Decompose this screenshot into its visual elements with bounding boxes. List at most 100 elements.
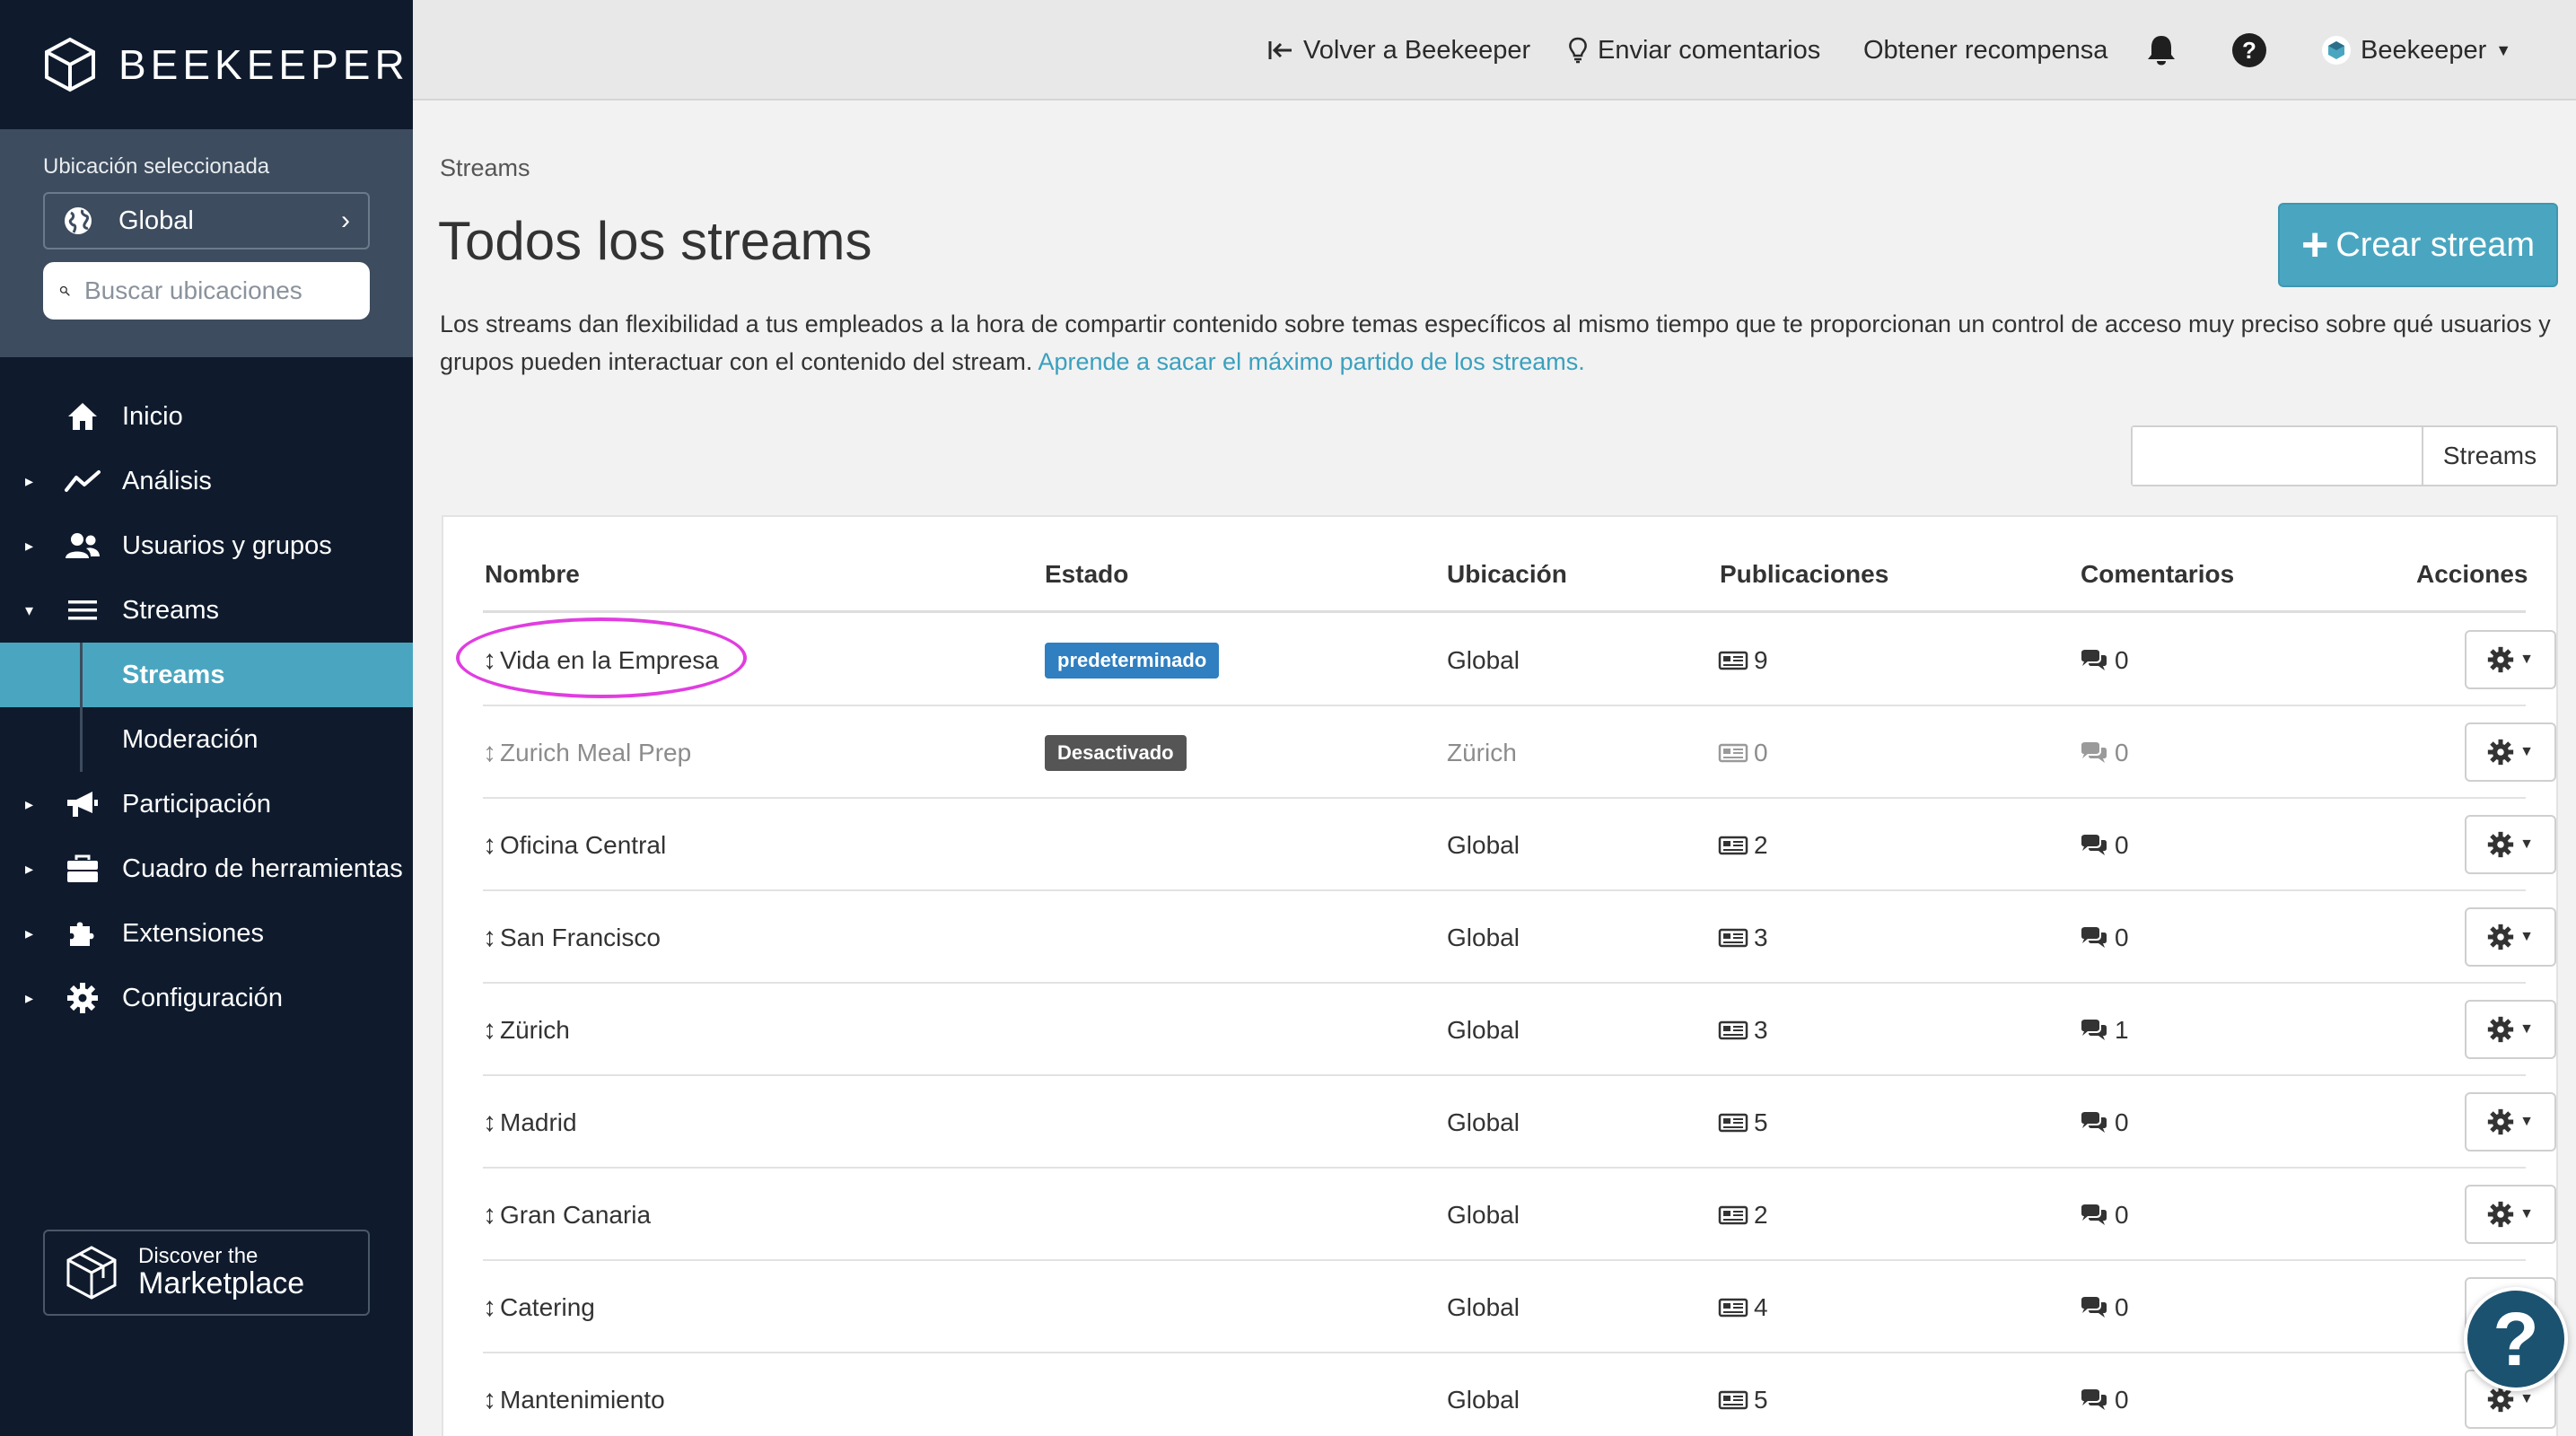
send-feedback-link[interactable]: Enviar comentarios [1567, 0, 1820, 101]
stream-filter-input[interactable] [2133, 427, 2423, 485]
feedback-label: Enviar comentarios [1598, 35, 1821, 65]
caret-down-icon: ▼ [2519, 652, 2534, 667]
caret-right-icon: ▸ [25, 924, 34, 942]
table-row[interactable]: ↕ Mantenimiento Global 5 0 ▼ [483, 1353, 2556, 1436]
stream-filter-button[interactable]: Streams [2423, 427, 2556, 485]
comments-count: 0 [2115, 830, 2129, 859]
row-actions-button[interactable]: ▼ [2465, 815, 2556, 874]
nav-subitem-moderacion[interactable]: Moderación [0, 707, 413, 772]
stream-name-cell[interactable]: ↕ Zurich Meal Prep [483, 706, 691, 799]
table-row[interactable]: ↕ Oficina Central Global 2 0 ▼ [483, 799, 2556, 891]
caret-down-icon: ▼ [2519, 929, 2534, 944]
posts-cell: 2 [1718, 799, 1768, 891]
posts-count: 2 [1754, 1200, 1768, 1229]
drag-handle-icon[interactable]: ↕ [483, 1292, 496, 1323]
brand[interactable]: BEEKEEPER [0, 0, 413, 129]
newspaper-icon [1718, 651, 1748, 670]
posts-cell: 3 [1718, 891, 1768, 984]
comments-icon [2081, 649, 2107, 670]
column-header-posts[interactable]: Publicaciones [1720, 560, 1888, 589]
location-search[interactable] [43, 262, 370, 320]
table-row[interactable]: ↕ Madrid Global 5 0 ▼ [483, 1076, 2556, 1169]
drag-handle-icon[interactable]: ↕ [483, 645, 496, 676]
column-header-status[interactable]: Estado [1045, 560, 1128, 589]
row-actions-button[interactable]: ▼ [2465, 630, 2556, 689]
row-actions-button[interactable]: ▼ [2465, 907, 2556, 967]
row-actions-button[interactable]: ▼ [2465, 1000, 2556, 1059]
gear-icon [2487, 739, 2514, 766]
table-row[interactable]: ↕ San Francisco Global 3 0 ▼ [483, 891, 2556, 984]
newspaper-icon [1718, 1020, 1748, 1039]
table-row[interactable]: ↕ Gran Canaria Global 2 0 ▼ [483, 1169, 2556, 1261]
reward-label: Obtener recompensa [1863, 35, 2108, 65]
help-floating-button[interactable]: ? [2464, 1287, 2568, 1391]
account-menu[interactable]: Beekeeper ▼ [2321, 0, 2511, 101]
drag-handle-icon[interactable]: ↕ [483, 1108, 496, 1138]
location-selected: Global [118, 206, 194, 235]
status-badge: predeterminado [1045, 642, 1220, 679]
nav-label: Usuarios y grupos [122, 530, 332, 560]
back-to-beekeeper-link[interactable]: Volver a Beekeeper [1267, 0, 1530, 101]
table-row[interactable]: ↕ Vida en la Empresa predeterminado Global 9… [483, 614, 2556, 706]
stream-name-cell[interactable]: ↕ Madrid [483, 1076, 577, 1169]
location-search-input[interactable] [84, 276, 354, 305]
nav-item-analisis[interactable]: ▸ Análisis [0, 449, 413, 513]
drag-handle-icon[interactable]: ↕ [483, 738, 496, 768]
marketplace-button[interactable]: Discover the Marketplace [43, 1230, 370, 1316]
drag-handle-icon[interactable]: ↕ [483, 1385, 496, 1415]
table-row[interactable]: ↕CateringGlobal40▼ [483, 1261, 2556, 1353]
stream-name-cell[interactable]: ↕ Zürich [483, 984, 570, 1076]
drag-handle-icon[interactable]: ↕ [483, 830, 496, 861]
comments-count: 1 [2115, 1015, 2129, 1044]
comments-cell: 0 [2079, 614, 2129, 706]
drag-handle-icon[interactable]: ↕ [483, 1015, 496, 1046]
stream-name-cell[interactable]: ↕ Oficina Central [483, 799, 666, 891]
stream-name-cell[interactable]: ↕ Catering [483, 1261, 595, 1353]
breadcrumb[interactable]: Streams [440, 154, 530, 182]
comments-count: 0 [2115, 645, 2129, 674]
notifications-button[interactable] [2145, 0, 2186, 101]
stream-name-cell[interactable]: ↕ Vida en la Empresa [483, 614, 719, 706]
nav-item-configuracion[interactable]: ▸ Configuración [0, 966, 413, 1030]
nav-subitem-streams[interactable]: Streams [0, 643, 413, 707]
nav-item-herramientas[interactable]: ▸ Cuadro de herramientas [0, 836, 413, 901]
stream-name-cell[interactable]: ↕ San Francisco [483, 891, 661, 984]
row-actions-button[interactable]: ▼ [2465, 1092, 2556, 1151]
get-reward-link[interactable]: Obtener recompensa [1863, 0, 2107, 101]
nav-item-usuarios[interactable]: ▸ Usuarios y grupos [0, 513, 413, 578]
nav-item-inicio[interactable]: Inicio [0, 384, 413, 449]
table-row[interactable]: ↕ Zurich Meal Prep Desactivado Zürich 0 0 ▼ [483, 706, 2556, 799]
comments-count: 0 [2115, 1108, 2129, 1136]
nav-label: Cuadro de herramientas [122, 854, 403, 883]
top-bar: Volver a Beekeeper Enviar comentarios Ob… [413, 0, 2576, 101]
column-header-location[interactable]: Ubicación [1447, 560, 1567, 589]
nav-label: Extensiones [122, 918, 264, 948]
newspaper-icon [1718, 928, 1748, 947]
drag-handle-icon[interactable]: ↕ [483, 923, 496, 953]
newspaper-icon [1718, 836, 1748, 854]
status-badge: Desactivado [1045, 734, 1187, 771]
nav-item-extensiones[interactable]: ▸ Extensiones [0, 901, 413, 966]
marketplace-line1: Discover the [138, 1244, 258, 1268]
drag-handle-icon[interactable]: ↕ [483, 1200, 496, 1230]
help-button[interactable]: ? [2231, 0, 2276, 101]
nav-item-streams[interactable]: ▾ Streams [0, 578, 413, 643]
location-selector[interactable]: Global › [43, 192, 370, 250]
stream-name-cell[interactable]: ↕ Gran Canaria [483, 1169, 651, 1261]
arrow-back-icon [1268, 41, 1292, 59]
main-nav: Inicio ▸ Análisis ▸ Usuarios y grupos ▾ … [0, 384, 413, 1030]
caret-down-icon: ▼ [2519, 744, 2534, 759]
nav-item-participacion[interactable]: ▸ Participación [0, 772, 413, 836]
stream-name-cell[interactable]: ↕ Mantenimiento [483, 1353, 665, 1436]
column-header-name[interactable]: Nombre [485, 560, 580, 589]
gear-icon [2487, 646, 2514, 673]
page-title: Todos los streams [438, 211, 872, 271]
row-actions-button[interactable]: ▼ [2465, 1185, 2556, 1244]
nav-label: Análisis [122, 466, 212, 495]
row-actions-button[interactable]: ▼ [2465, 722, 2556, 782]
table-row[interactable]: ↕ Zürich Global 3 1 ▼ [483, 984, 2556, 1076]
posts-count: 2 [1754, 830, 1768, 859]
learn-more-link[interactable]: Aprende a sacar el máximo partido de los… [1038, 348, 1584, 375]
column-header-comments[interactable]: Comentarios [2081, 560, 2234, 589]
create-stream-button[interactable]: + Crear stream [2278, 203, 2558, 287]
